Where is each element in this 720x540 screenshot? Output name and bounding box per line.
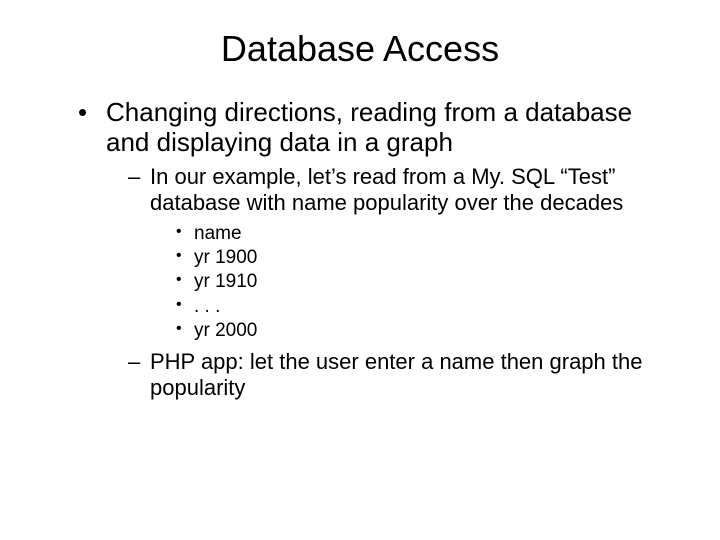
bullet-list-level2: In our example, let’s read from a My. SQ… (106, 164, 680, 401)
bullet-main: Changing directions, reading from a data… (78, 98, 680, 401)
bullet-main-text: Changing directions, reading from a data… (106, 97, 632, 157)
bullet-sub1-text: In our example, let’s read from a My. SQ… (150, 164, 623, 215)
field-item-2: yr 1910 (176, 270, 680, 294)
bullet-sub2-text: PHP app: let the user enter a name then … (150, 349, 642, 400)
field-item-4: yr 2000 (176, 319, 680, 343)
bullet-sub1: In our example, let’s read from a My. SQ… (128, 164, 680, 343)
bullet-sub2: PHP app: let the user enter a name then … (128, 349, 680, 401)
slide-title: Database Access (40, 28, 680, 70)
bullet-list-level1: Changing directions, reading from a data… (40, 98, 680, 401)
field-item-1: yr 1900 (176, 246, 680, 270)
bullet-list-level3: name yr 1900 yr 1910 . . . yr 2000 (150, 222, 680, 344)
field-item-0: name (176, 222, 680, 246)
field-item-3: . . . (176, 295, 680, 319)
